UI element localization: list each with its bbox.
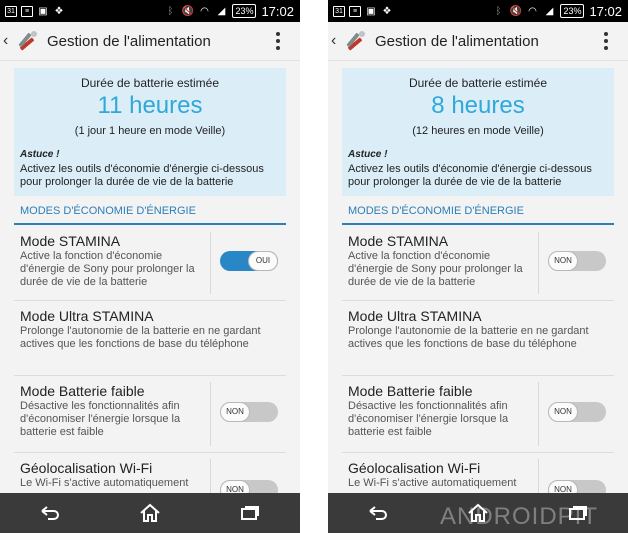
divider (210, 232, 211, 294)
tip-text: Activez les outils d'économie d'énergie … (20, 163, 264, 188)
overflow-menu-icon[interactable] (604, 32, 608, 50)
mode-title: Mode STAMINA (20, 233, 121, 249)
mode-title: Mode STAMINA (348, 233, 449, 249)
bluetooth-icon: ᛒ (495, 5, 502, 17)
power-tools-app-icon[interactable] (15, 28, 41, 54)
back-nav-icon[interactable] (36, 499, 64, 527)
battery-estimate-panel: Durée de batterie estimée 11 heures (1 j… (14, 68, 286, 196)
mode-title: Mode Ultra STAMINA (20, 308, 154, 324)
mode-stamina-row[interactable]: Mode STAMINA Active la fonction d'économ… (342, 226, 614, 301)
signal-icon: ◢ (217, 5, 226, 17)
back-chevron-icon[interactable]: ‹ (3, 32, 13, 50)
low-battery-toggle[interactable]: NON (548, 402, 606, 422)
tip-heading: Astuce ! (20, 149, 60, 160)
notification-icon: ≡ (21, 5, 33, 17)
estimate-value: 11 heures (97, 92, 203, 119)
power-tools-app-icon[interactable] (343, 28, 369, 54)
mode-ultra-stamina-row[interactable]: Mode Ultra STAMINA Prolonge l'autonomie … (342, 301, 614, 376)
mode-desc: Désactive les fonctionnalités afin d'éco… (20, 400, 181, 438)
stamina-toggle[interactable]: NON (548, 251, 606, 271)
estimate-standby: (12 heures en mode Veille) (412, 125, 544, 137)
mode-stamina-row[interactable]: Mode STAMINA Active la fonction d'économ… (14, 226, 286, 301)
home-icon[interactable] (136, 499, 164, 527)
estimate-label: Durée de batterie estimée (408, 76, 548, 90)
back-nav-icon[interactable] (364, 499, 392, 527)
mode-desc: Le Wi-Fi s'active automatiquement (348, 477, 517, 489)
clock: 17:02 (261, 3, 294, 19)
back-chevron-icon[interactable]: ‹ (331, 32, 341, 50)
toggle-knob: NON (220, 402, 250, 422)
navigation-bar (0, 493, 300, 533)
toggle-knob: NON (548, 402, 578, 422)
estimate-standby: (1 jour 1 heure en mode Veille) (74, 125, 226, 137)
phone-screen-left: 31 ≡ ▣ ❖ ᛒ 🔇 ◠ ◢ 23% 17:02 ‹ Gestion de … (0, 0, 300, 533)
overflow-menu-icon[interactable] (276, 32, 280, 50)
action-bar: ‹ Gestion de l'alimentation (328, 22, 628, 61)
action-bar: ‹ Gestion de l'alimentation (0, 22, 300, 61)
divider (210, 382, 211, 446)
recent-apps-icon[interactable] (236, 499, 264, 527)
section-header: MODES D'ÉCONOMIE D'ÉNERGIE (14, 203, 286, 225)
section-header: MODES D'ÉCONOMIE D'ÉNERGIE (342, 203, 614, 225)
mode-desc: Prolonge l'autonomie de la batterie en n… (348, 325, 589, 350)
stamina-toggle[interactable]: OUI (220, 251, 278, 271)
status-bar: 31 ≡ ▣ ❖ ᛒ 🔇 ◠ ◢ 23% 17:02 (0, 0, 300, 22)
divider (538, 232, 539, 294)
wifi-icon: ◠ (200, 5, 209, 17)
notification-icon: ≡ (349, 5, 361, 17)
toggle-knob: OUI (248, 251, 278, 271)
mode-desc: Active la fonction d'économie d'énergie … (348, 250, 523, 288)
tip-text: Activez les outils d'économie d'énergie … (348, 163, 592, 188)
signal-icon: ◢ (545, 5, 554, 17)
mute-icon: 🔇 (181, 5, 194, 17)
mode-title: Géolocalisation Wi-Fi (20, 460, 153, 476)
mode-title: Mode Batterie faible (348, 383, 473, 399)
image-icon: ▣ (38, 5, 48, 17)
battery-icon: 23% (560, 4, 585, 18)
mode-low-battery-row[interactable]: Mode Batterie faible Désactive les fonct… (14, 376, 286, 453)
phone-screen-right: 31 ≡ ▣ ❖ ᛒ 🔇 ◠ ◢ 23% 17:02 ‹ Gestion de … (328, 0, 628, 533)
mode-title: Géolocalisation Wi-Fi (348, 460, 481, 476)
tip-heading: Astuce ! (348, 149, 388, 160)
battery-estimate-panel: Durée de batterie estimée 8 heures (12 h… (342, 68, 614, 196)
divider (538, 382, 539, 446)
wifi-icon: ◠ (528, 5, 537, 17)
dropbox-icon: ❖ (382, 5, 392, 17)
calendar-icon: 31 (5, 5, 17, 17)
mode-title: Mode Batterie faible (20, 383, 145, 399)
estimate-value: 8 heures (431, 92, 525, 119)
calendar-icon: 31 (333, 5, 345, 17)
bluetooth-icon: ᛒ (167, 5, 174, 17)
mode-low-battery-row[interactable]: Mode Batterie faible Désactive les fonct… (342, 376, 614, 453)
status-bar: 31 ≡ ▣ ❖ ᛒ 🔇 ◠ ◢ 23% 17:02 (328, 0, 628, 22)
mode-title: Mode Ultra STAMINA (348, 308, 482, 324)
mode-desc: Le Wi-Fi s'active automatiquement (20, 477, 189, 489)
mode-desc: Prolonge l'autonomie de la batterie en n… (20, 325, 261, 350)
page-title: Gestion de l'alimentation (375, 32, 539, 50)
page-title: Gestion de l'alimentation (47, 32, 211, 50)
image-icon: ▣ (366, 5, 376, 17)
estimate-label: Durée de batterie estimée (80, 76, 220, 90)
low-battery-toggle[interactable]: NON (220, 402, 278, 422)
mute-icon: 🔇 (509, 5, 522, 17)
dropbox-icon: ❖ (54, 5, 64, 17)
battery-icon: 23% (232, 4, 257, 18)
clock: 17:02 (589, 3, 622, 19)
mode-desc: Désactive les fonctionnalités afin d'éco… (348, 400, 509, 438)
mode-ultra-stamina-row[interactable]: Mode Ultra STAMINA Prolonge l'autonomie … (14, 301, 286, 376)
mode-desc: Active la fonction d'économie d'énergie … (20, 250, 195, 288)
watermark: ANDROIDPIT (440, 503, 599, 530)
toggle-knob: NON (548, 251, 578, 271)
